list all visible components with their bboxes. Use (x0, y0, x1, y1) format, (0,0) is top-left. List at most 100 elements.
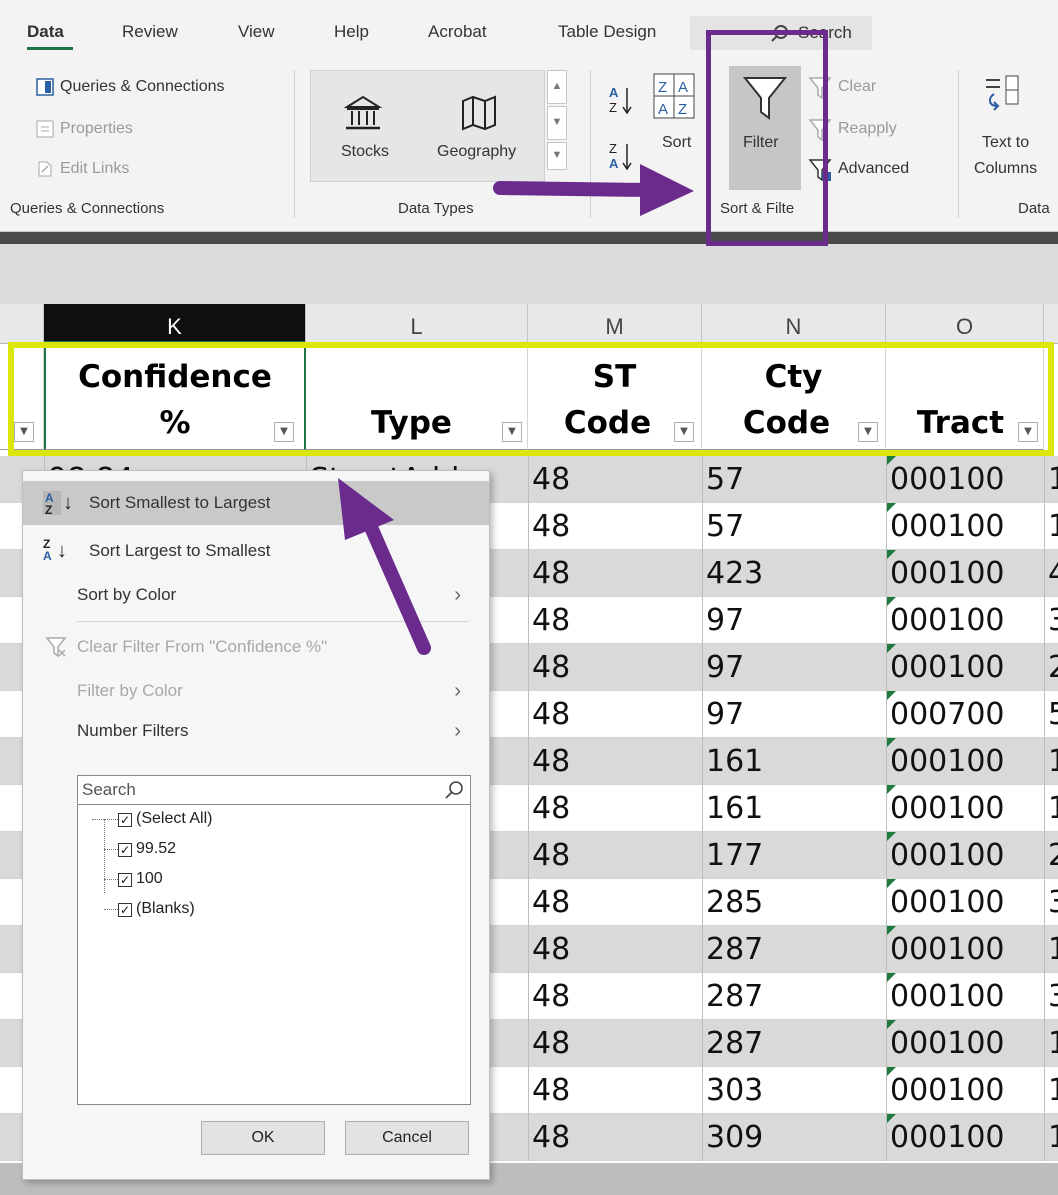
tab-view[interactable]: View (238, 22, 275, 42)
cell-st-code[interactable]: 48 (528, 1020, 702, 1067)
cell-tract[interactable]: 000700 (886, 691, 1044, 738)
cell-st-code[interactable]: 48 (528, 503, 702, 550)
column-header-gutter (0, 304, 44, 344)
column-header-p[interactable] (1044, 304, 1058, 344)
cell-next[interactable]: 1 (1044, 926, 1058, 973)
sort-label: Sort (662, 134, 692, 151)
ribbon: Data Review View Help Acrobat Table Desi… (0, 0, 1058, 232)
cell-tract[interactable]: 000100 (886, 550, 1044, 597)
gallery-scroll-down[interactable]: ▼ (547, 106, 567, 140)
cancel-button[interactable]: Cancel (345, 1121, 469, 1155)
cell-next[interactable]: 5 (1044, 691, 1058, 738)
cell-st-code[interactable]: 48 (528, 926, 702, 973)
cell-st-code[interactable]: 48 (528, 597, 702, 644)
cell-st-code[interactable]: 48 (528, 1114, 702, 1161)
cell-tract[interactable]: 000100 (886, 456, 1044, 503)
column-header-k[interactable]: K (44, 304, 306, 344)
cell-cty-code[interactable]: 57 (702, 456, 886, 503)
cell-tract[interactable]: 000100 (886, 973, 1044, 1020)
cell-next[interactable]: 1 (1044, 456, 1058, 503)
cell-cty-code[interactable]: 309 (702, 1114, 886, 1161)
cell-st-code[interactable]: 48 (528, 644, 702, 691)
cell-st-code[interactable]: 48 (528, 691, 702, 738)
cell-cty-code[interactable]: 177 (702, 832, 886, 879)
cell-tract[interactable]: 000100 (886, 644, 1044, 691)
cell-next[interactable]: 3 (1044, 973, 1058, 1020)
cell-tract[interactable]: 000100 (886, 1114, 1044, 1161)
cell-st-code[interactable]: 48 (528, 550, 702, 597)
sort-z-to-a-button[interactable]: ZA (608, 140, 634, 174)
cell-cty-code[interactable]: 161 (702, 785, 886, 832)
cell-next[interactable]: 1 (1044, 785, 1058, 832)
cell-tract[interactable]: 000100 (886, 597, 1044, 644)
cell-st-code[interactable]: 48 (528, 832, 702, 879)
cell-st-code[interactable]: 48 (528, 879, 702, 926)
cell-cty-code[interactable]: 97 (702, 691, 886, 738)
cell-cty-code[interactable]: 285 (702, 879, 886, 926)
chevron-right-icon: › (454, 680, 461, 702)
tab-review[interactable]: Review (122, 22, 178, 42)
cell-st-code[interactable]: 48 (528, 456, 702, 503)
cell-cty-code[interactable]: 287 (702, 973, 886, 1020)
tab-acrobat[interactable]: Acrobat (428, 22, 487, 42)
gallery-expand[interactable]: ▼ (547, 142, 567, 170)
cell-next[interactable]: 2 (1044, 832, 1058, 879)
sort-button[interactable]: ZAAZ Sort (652, 72, 696, 151)
cell-cty-code[interactable]: 423 (702, 550, 886, 597)
cell-tract[interactable]: 000100 (886, 1067, 1044, 1114)
gallery-scroll-up[interactable]: ▲ (547, 70, 567, 104)
cell-cty-code[interactable]: 97 (702, 644, 886, 691)
cell-cty-code[interactable]: 57 (702, 503, 886, 550)
tab-data[interactable]: Data (27, 22, 64, 42)
cell-cty-code[interactable]: 161 (702, 738, 886, 785)
cell-tract[interactable]: 000100 (886, 1020, 1044, 1067)
column-header-m[interactable]: M (528, 304, 702, 344)
cell-tract[interactable]: 000100 (886, 503, 1044, 550)
cell-st-code[interactable]: 48 (528, 973, 702, 1020)
cell-tract[interactable]: 000100 (886, 926, 1044, 973)
menu-filter-by-color[interactable]: Filter by Color › (23, 669, 489, 713)
menu-sort-descending[interactable]: ZA ↓ Sort Largest to Smallest (23, 529, 489, 573)
cell-next[interactable]: 1 (1044, 503, 1058, 550)
filter-item-value[interactable]: ✓ 99.52 (118, 835, 176, 863)
filter-item-blanks[interactable]: ✓ (Blanks) (118, 895, 195, 923)
cell-cty-code[interactable]: 303 (702, 1067, 886, 1114)
cell-tract[interactable]: 000100 (886, 832, 1044, 879)
filter-item-value[interactable]: ✓ 100 (118, 865, 163, 893)
cell-cty-code[interactable]: 287 (702, 926, 886, 973)
cell-cty-code[interactable]: 97 (702, 597, 886, 644)
svg-text:A: A (678, 79, 688, 96)
menu-sort-by-color[interactable]: Sort by Color › (23, 573, 489, 617)
column-header-l[interactable]: L (306, 304, 528, 344)
cell-tract[interactable]: 000100 (886, 879, 1044, 926)
sort-a-to-z-button[interactable]: AZ (608, 84, 634, 118)
ok-button[interactable]: OK (201, 1121, 325, 1155)
cell-tract[interactable]: 000100 (886, 785, 1044, 832)
cell-next[interactable]: 3 (1044, 597, 1058, 644)
tab-table-design[interactable]: Table Design (558, 22, 656, 42)
properties-icon (36, 120, 54, 138)
column-header-n[interactable]: N (702, 304, 886, 344)
cell-st-code[interactable]: 48 (528, 738, 702, 785)
cell-next[interactable]: 1 (1044, 1020, 1058, 1067)
menu-number-filters-label: Number Filters (77, 721, 189, 740)
cell-next[interactable]: 1 (1044, 738, 1058, 785)
tree-connector (92, 819, 120, 820)
cell-next[interactable]: 4 (1044, 550, 1058, 597)
tab-help[interactable]: Help (334, 22, 369, 42)
cell-cty-code[interactable]: 287 (702, 1020, 886, 1067)
cell-st-code[interactable]: 48 (528, 785, 702, 832)
cell-st-code[interactable]: 48 (528, 1067, 702, 1114)
cell-next[interactable]: 3 (1044, 879, 1058, 926)
cell-next[interactable]: 1 (1044, 1067, 1058, 1114)
menu-sort-ascending[interactable]: AZ ↓ Sort Smallest to Largest (23, 481, 489, 525)
column-header-o[interactable]: O (886, 304, 1044, 344)
filter-item-select-all[interactable]: ✓ (Select All) (118, 805, 212, 833)
menu-clear-filter[interactable]: Clear Filter From "Confidence %" (23, 625, 489, 669)
cell-tract[interactable]: 000100 (886, 738, 1044, 785)
cell-next[interactable]: 1 (1044, 1114, 1058, 1161)
menu-number-filters[interactable]: Number Filters › (23, 709, 489, 753)
filter-search-input[interactable]: Search (77, 775, 471, 805)
cell-next[interactable]: 2 (1044, 644, 1058, 691)
group-label-data-types: Data Types (398, 200, 474, 217)
